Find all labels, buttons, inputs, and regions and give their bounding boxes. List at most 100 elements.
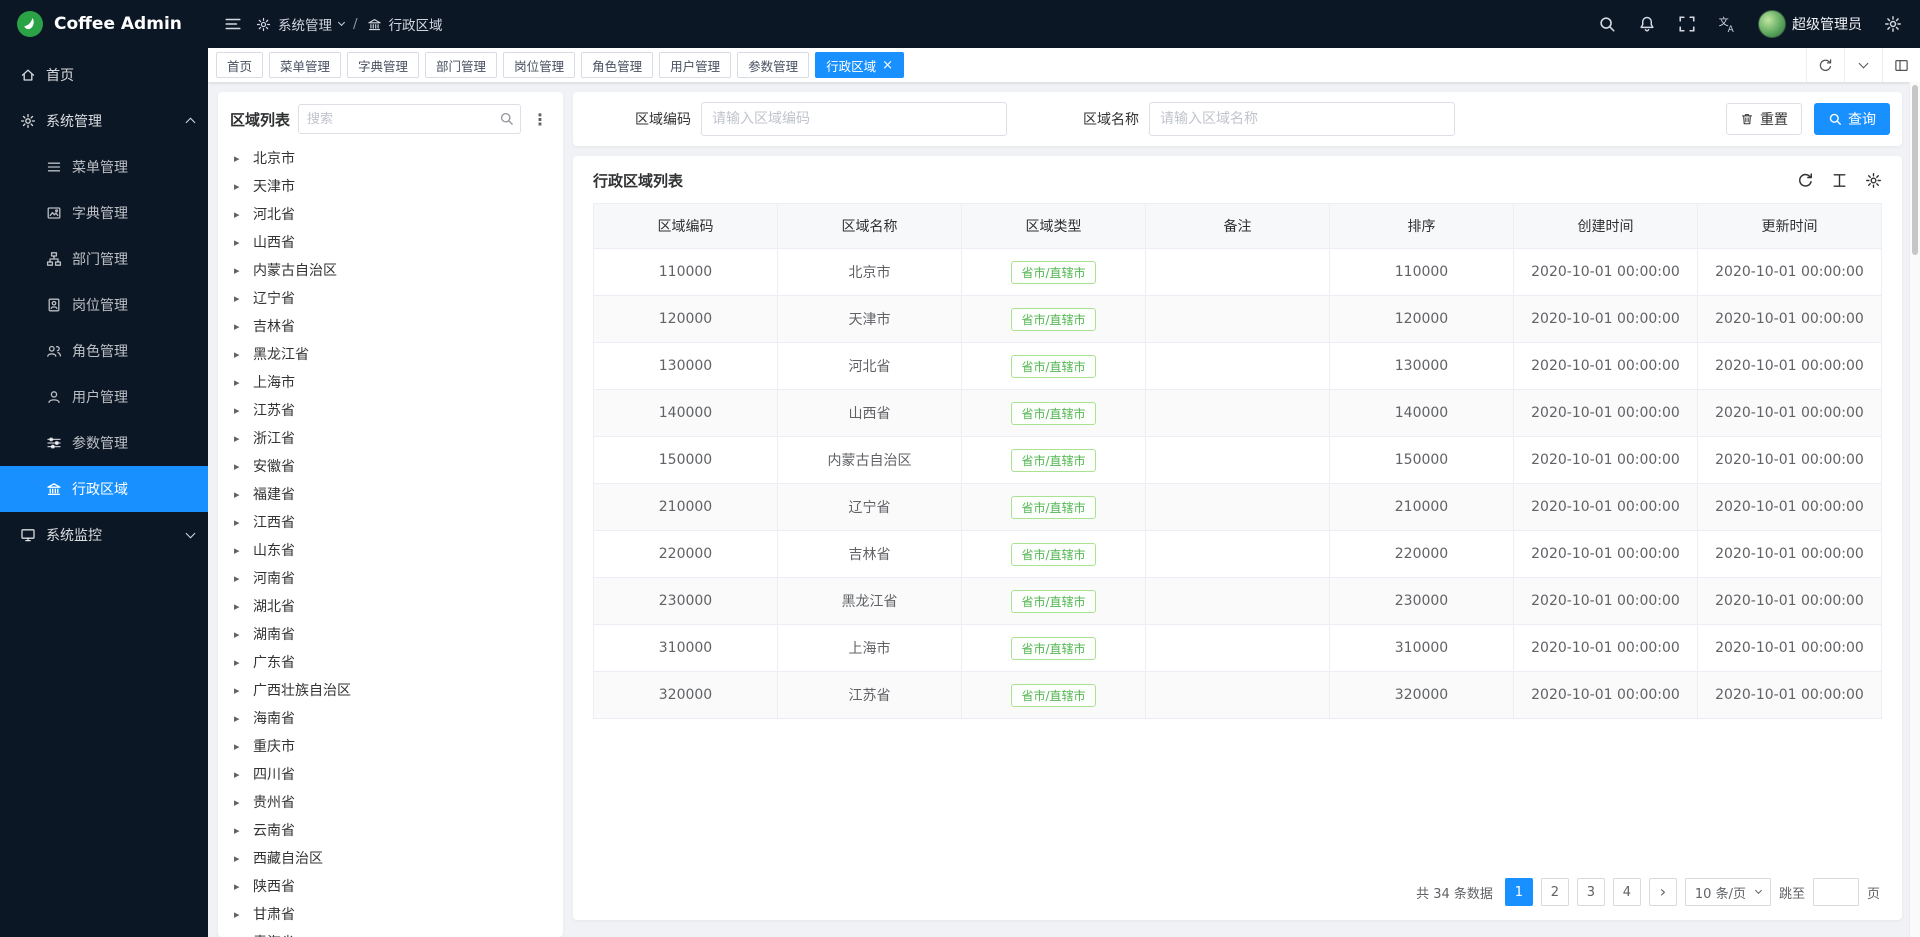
layout-toggle-button[interactable] xyxy=(1882,48,1920,82)
tree-node[interactable]: ▸上海市 xyxy=(230,368,551,396)
sidebar-item-role[interactable]: 角色管理 xyxy=(0,328,208,374)
caret-right-icon[interactable]: ▸ xyxy=(234,572,244,585)
caret-right-icon[interactable]: ▸ xyxy=(234,712,244,725)
caret-right-icon[interactable]: ▸ xyxy=(234,292,244,305)
caret-right-icon[interactable]: ▸ xyxy=(234,348,244,361)
tree-node[interactable]: ▸天津市 xyxy=(230,172,551,200)
caret-right-icon[interactable]: ▸ xyxy=(234,656,244,669)
scrollbar-thumb[interactable] xyxy=(1912,85,1918,255)
tree-node[interactable]: ▸广西壮族自治区 xyxy=(230,676,551,704)
tree-node[interactable]: ▸山东省 xyxy=(230,536,551,564)
breadcrumb-parent[interactable]: 系统管理 xyxy=(278,14,332,34)
tab-home[interactable]: 首页 xyxy=(216,52,263,78)
tree-node[interactable]: ▸青海省 xyxy=(230,928,551,937)
sidebar-item-monitor[interactable]: 系统监控 xyxy=(0,512,208,558)
caret-right-icon[interactable]: ▸ xyxy=(234,376,244,389)
collapse-sidebar-icon[interactable] xyxy=(224,15,242,33)
tab-menu[interactable]: 菜单管理 xyxy=(269,52,341,78)
tree-node[interactable]: ▸重庆市 xyxy=(230,732,551,760)
caret-right-icon[interactable]: ▸ xyxy=(234,404,244,417)
tree-node[interactable]: ▸北京市 xyxy=(230,144,551,172)
settings-gear-icon[interactable] xyxy=(1884,15,1902,33)
tree-node[interactable]: ▸湖北省 xyxy=(230,592,551,620)
tab-region[interactable]: 行政区域× xyxy=(815,52,904,78)
tab-post[interactable]: 岗位管理 xyxy=(503,52,575,78)
translate-icon[interactable]: 文A xyxy=(1718,15,1736,33)
caret-right-icon[interactable]: ▸ xyxy=(234,488,244,501)
caret-right-icon[interactable]: ▸ xyxy=(234,460,244,473)
tab-user[interactable]: 用户管理 xyxy=(659,52,731,78)
caret-right-icon[interactable]: ▸ xyxy=(234,544,244,557)
tabs-dropdown-button[interactable] xyxy=(1844,48,1882,82)
tree-node[interactable]: ▸陕西省 xyxy=(230,872,551,900)
caret-right-icon[interactable]: ▸ xyxy=(234,880,244,893)
tree-node[interactable]: ▸云南省 xyxy=(230,816,551,844)
caret-right-icon[interactable]: ▸ xyxy=(234,796,244,809)
tab-dept[interactable]: 部门管理 xyxy=(425,52,497,78)
caret-right-icon[interactable]: ▸ xyxy=(234,908,244,921)
caret-right-icon[interactable]: ▸ xyxy=(234,180,244,193)
caret-right-icon[interactable]: ▸ xyxy=(234,768,244,781)
row-height-icon[interactable] xyxy=(1831,172,1848,189)
column-settings-gear-icon[interactable] xyxy=(1865,172,1882,189)
tree-node[interactable]: ▸黑龙江省 xyxy=(230,340,551,368)
tree-node[interactable]: ▸广东省 xyxy=(230,648,551,676)
tree-node[interactable]: ▸江苏省 xyxy=(230,396,551,424)
sidebar-item-system[interactable]: 系统管理 xyxy=(0,98,208,144)
caret-right-icon[interactable]: ▸ xyxy=(234,852,244,865)
search-icon[interactable] xyxy=(1598,15,1616,33)
caret-right-icon[interactable]: ▸ xyxy=(234,684,244,697)
tree-search-input[interactable] xyxy=(298,104,521,134)
tree-node[interactable]: ▸内蒙古自治区 xyxy=(230,256,551,284)
tree-node[interactable]: ▸海南省 xyxy=(230,704,551,732)
close-icon[interactable]: × xyxy=(882,59,893,72)
caret-right-icon[interactable]: ▸ xyxy=(234,600,244,613)
tree-node[interactable]: ▸安徽省 xyxy=(230,452,551,480)
tree-node[interactable]: ▸福建省 xyxy=(230,480,551,508)
caret-right-icon[interactable]: ▸ xyxy=(234,208,244,221)
sidebar-item-menu[interactable]: 菜单管理 xyxy=(0,144,208,190)
bell-icon[interactable] xyxy=(1638,15,1656,33)
tree-node[interactable]: ▸辽宁省 xyxy=(230,284,551,312)
tree-node[interactable]: ▸甘肃省 xyxy=(230,900,551,928)
sidebar-item-user[interactable]: 用户管理 xyxy=(0,374,208,420)
tree-node[interactable]: ▸吉林省 xyxy=(230,312,551,340)
caret-right-icon[interactable]: ▸ xyxy=(234,320,244,333)
tree-node[interactable]: ▸河南省 xyxy=(230,564,551,592)
caret-right-icon[interactable]: ▸ xyxy=(234,516,244,529)
caret-right-icon[interactable]: ▸ xyxy=(234,740,244,753)
caret-right-icon[interactable]: ▸ xyxy=(234,264,244,277)
page-button-3[interactable]: 3 xyxy=(1577,878,1605,906)
vertical-scrollbar[interactable] xyxy=(1909,82,1920,937)
search-button[interactable]: 查询 xyxy=(1814,103,1890,135)
page-size-select[interactable]: 10 条/页 xyxy=(1685,878,1771,906)
tab-dict[interactable]: 字典管理 xyxy=(347,52,419,78)
tree-node[interactable]: ▸贵州省 xyxy=(230,788,551,816)
tree-node[interactable]: ▸浙江省 xyxy=(230,424,551,452)
reset-button[interactable]: 重置 xyxy=(1726,103,1802,135)
tabs-refresh-button[interactable] xyxy=(1806,48,1844,82)
tree-node[interactable]: ▸西藏自治区 xyxy=(230,844,551,872)
region-code-input[interactable] xyxy=(701,102,1007,136)
sidebar-item-region[interactable]: 行政区域 xyxy=(0,466,208,512)
tree-node[interactable]: ▸河北省 xyxy=(230,200,551,228)
tree-node[interactable]: ▸四川省 xyxy=(230,760,551,788)
sidebar-item-dept[interactable]: 部门管理 xyxy=(0,236,208,282)
tab-param[interactable]: 参数管理 xyxy=(737,52,809,78)
user-avatar[interactable] xyxy=(1758,10,1786,38)
tree-menu-button[interactable]: ⋮ xyxy=(529,106,551,132)
sidebar-item-param[interactable]: 参数管理 xyxy=(0,420,208,466)
sidebar-item-post[interactable]: 岗位管理 xyxy=(0,282,208,328)
tree-node[interactable]: ▸湖南省 xyxy=(230,620,551,648)
region-name-input[interactable] xyxy=(1149,102,1455,136)
sidebar-item-dict[interactable]: 字典管理 xyxy=(0,190,208,236)
page-button-4[interactable]: 4 xyxy=(1613,878,1641,906)
caret-right-icon[interactable]: ▸ xyxy=(234,824,244,837)
sidebar-item-home[interactable]: 首页 xyxy=(0,52,208,98)
next-page-button[interactable]: › xyxy=(1649,878,1677,906)
page-button-1[interactable]: 1 xyxy=(1505,878,1533,906)
tree-node[interactable]: ▸江西省 xyxy=(230,508,551,536)
user-menu[interactable]: 超级管理员 xyxy=(1758,10,1862,38)
page-button-2[interactable]: 2 xyxy=(1541,878,1569,906)
tree-node[interactable]: ▸山西省 xyxy=(230,228,551,256)
